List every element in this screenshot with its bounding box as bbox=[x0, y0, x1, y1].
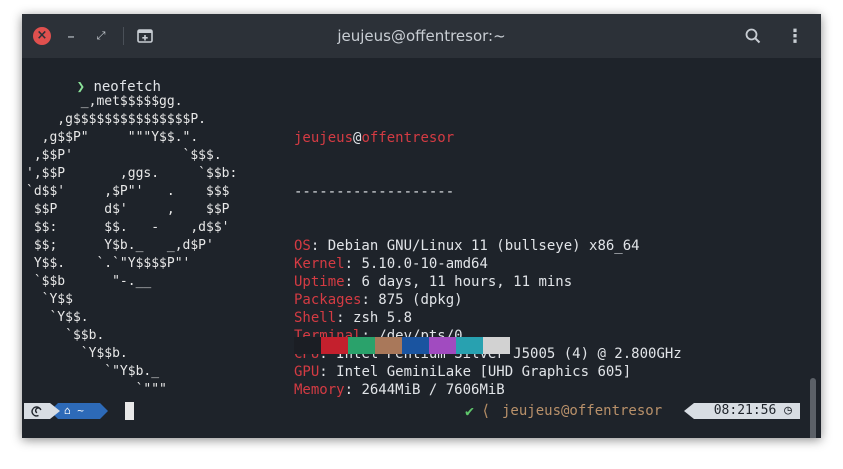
time-segment: 08:21:56 ◷ bbox=[684, 403, 800, 419]
current-dir: ~ bbox=[77, 404, 84, 417]
info-value: zsh 5.8 bbox=[353, 310, 413, 326]
info-header: jeujeus@offentresor bbox=[294, 129, 682, 147]
logo-line: `Y$$ bbox=[26, 292, 73, 307]
info-colon: : bbox=[344, 274, 362, 290]
logo-line: `$$b. bbox=[26, 328, 105, 343]
palette-swatch bbox=[348, 337, 375, 354]
info-key: Kernel bbox=[294, 256, 345, 272]
info-value: 2644MiB / 7606MiB bbox=[361, 382, 505, 398]
palette-swatch bbox=[402, 337, 429, 354]
info-key: Shell bbox=[294, 310, 337, 326]
info-row: OS: Debian GNU/Linux 11 (bullseye) x86_6… bbox=[294, 237, 682, 255]
info-row: Memory: 2644MiB / 7606MiB bbox=[294, 381, 682, 399]
search-button[interactable] bbox=[742, 25, 764, 47]
logo-line: ,g$$P" """Y$$.". bbox=[26, 130, 199, 145]
info-colon: : bbox=[344, 256, 362, 272]
logo-line: `d$$' ,$P"' . $$$ bbox=[26, 184, 230, 199]
info-colon: : bbox=[310, 238, 328, 254]
info-key: GPU bbox=[294, 364, 320, 380]
info-colon: : bbox=[336, 310, 354, 326]
logo-line: `"Y$b._ bbox=[26, 364, 160, 379]
info-separator: ------------------- bbox=[294, 184, 455, 200]
info-host: offentresor bbox=[361, 130, 455, 146]
logo-line: ',$$P ,ggs. `$$b: bbox=[26, 166, 238, 181]
debian-swirl-icon bbox=[31, 406, 42, 417]
logo-line: $$P d$' , $$P bbox=[26, 202, 230, 217]
info-value: Intel GeminiLake [UHD Graphics 605] bbox=[336, 364, 632, 380]
clock-icon: ◷ bbox=[784, 403, 792, 418]
info-value: 875 (dpkg) bbox=[378, 292, 463, 308]
info-colon: : bbox=[319, 364, 337, 380]
info-row: Uptime: 6 days, 11 hours, 11 mins bbox=[294, 273, 682, 291]
info-row: Kernel: 5.10.0-10-amd64 bbox=[294, 255, 682, 273]
palette-swatch bbox=[294, 337, 321, 354]
system-info: jeujeus@offentresor ------------------- … bbox=[294, 93, 682, 435]
info-value: 5.10.0-10-amd64 bbox=[361, 256, 488, 272]
palette-swatch bbox=[321, 337, 348, 354]
logo-line: ,$$P' `$$$. bbox=[26, 148, 222, 163]
text-cursor bbox=[125, 402, 134, 420]
search-icon bbox=[745, 28, 761, 44]
logo-line: ,g$$$$$$$$$$$$$$$P. bbox=[26, 112, 207, 127]
menu-button[interactable]: ⋮ bbox=[786, 25, 804, 47]
logo-line: `Y$$. bbox=[26, 310, 89, 325]
palette-swatch bbox=[456, 337, 483, 354]
window-title: jeujeus@offentresor:~ bbox=[337, 27, 506, 45]
color-palette bbox=[294, 337, 510, 354]
info-row: GPU: Intel GeminiLake [UHD Graphics 605] bbox=[294, 363, 682, 381]
logo-line: `""" bbox=[26, 382, 167, 397]
palette-swatch bbox=[483, 337, 510, 354]
info-row: Packages: 875 (dpkg) bbox=[294, 291, 682, 309]
info-value: Debian GNU/Linux 11 (bullseye) x86_64 bbox=[327, 238, 640, 254]
logo-line: $$; Y$b._ _,d$P' bbox=[26, 238, 214, 253]
chevron-left-icon: ⟨ bbox=[481, 401, 491, 420]
info-value: 6 days, 11 hours, 11 mins bbox=[361, 274, 573, 290]
info-user: jeujeus bbox=[294, 130, 354, 146]
logo-line: `Y$$b. bbox=[26, 346, 128, 361]
logo-line: _,met$$$$$gg. bbox=[26, 94, 183, 109]
logo-line: `$$b "-.__ bbox=[26, 274, 152, 289]
debian-ascii-logo: _,met$$$$$gg. ,g$$$$$$$$$$$$$$$P. ,g$$P"… bbox=[26, 93, 237, 399]
info-key: Memory bbox=[294, 382, 345, 398]
prompt-status-bar: ⌂ ~ ✔ ⟨ jeujeus@offentresor 08:21:56 ◷ bbox=[24, 402, 814, 420]
terminal-content[interactable]: ❯ neofetch _,met$$$$$gg. ,g$$$$$$$$$$$$$… bbox=[22, 58, 821, 438]
info-key: Uptime bbox=[294, 274, 345, 290]
kebab-menu-icon: ⋮ bbox=[786, 25, 804, 47]
clock-time: 08:21:56 bbox=[713, 403, 777, 418]
home-icon: ⌂ bbox=[64, 404, 71, 417]
logo-line: Y$$. `.`"Y$$$$P"' bbox=[26, 256, 191, 271]
title-bar: × – ⤢ jeujeus@offentresor:~ ⋮ bbox=[22, 14, 821, 58]
info-key: Packages bbox=[294, 292, 362, 308]
info-colon: : bbox=[344, 382, 362, 398]
terminal-window: × – ⤢ jeujeus@offentresor:~ ⋮ ❯ neofetch bbox=[22, 14, 821, 438]
info-colon: : bbox=[361, 292, 379, 308]
success-check-icon: ✔ bbox=[465, 402, 475, 420]
palette-swatch bbox=[375, 337, 402, 354]
info-row: Shell: zsh 5.8 bbox=[294, 309, 682, 327]
os-segment bbox=[24, 403, 50, 419]
info-key: OS bbox=[294, 238, 311, 254]
palette-swatch bbox=[429, 337, 456, 354]
status-userhost: jeujeus@offentresor bbox=[502, 403, 663, 419]
logo-line: $$: $$. - ,d$$' bbox=[26, 220, 230, 235]
